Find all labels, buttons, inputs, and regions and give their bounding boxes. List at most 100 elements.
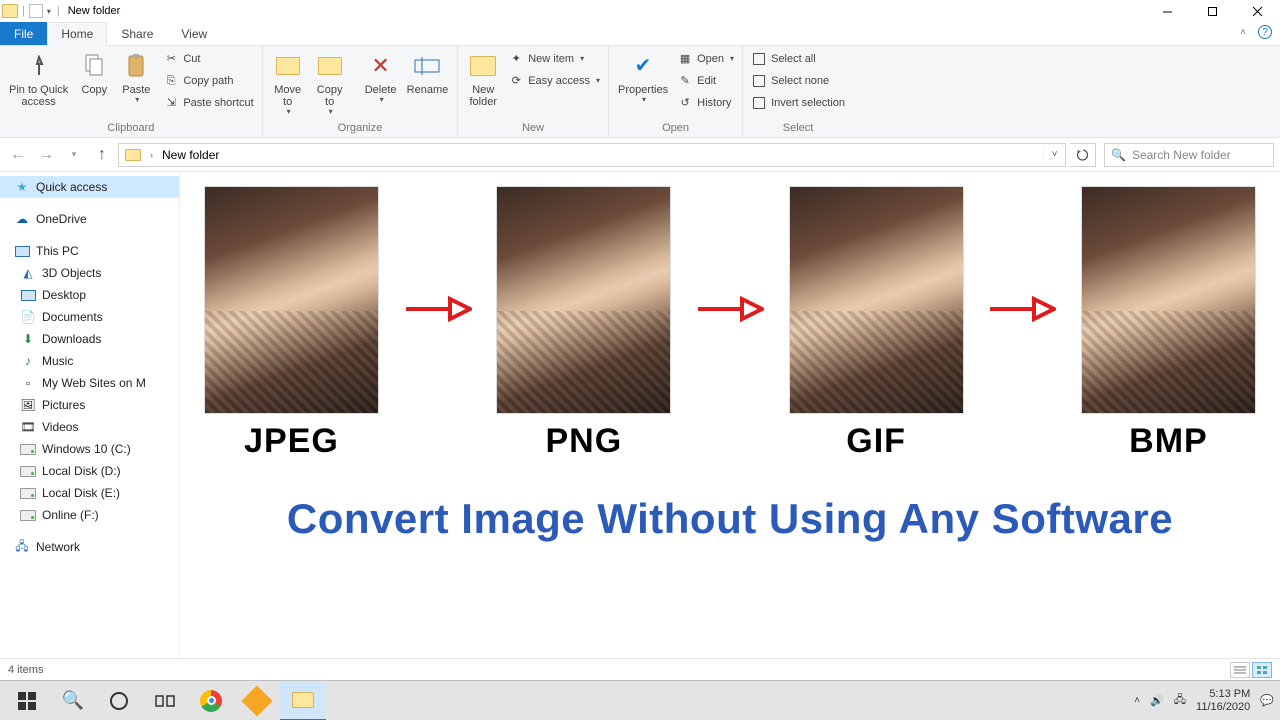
tab-share[interactable]: Share <box>107 22 167 45</box>
move-to-icon <box>272 50 304 82</box>
breadcrumb-current[interactable]: New folder <box>156 144 225 166</box>
history-icon: ↺ <box>677 95 693 111</box>
sidebar-network[interactable]: 🖧Network <box>0 536 179 558</box>
pin-to-quick-access-button[interactable]: Pin to Quick access <box>4 48 73 110</box>
address-dropdown-icon[interactable]: ˅ <box>1043 149 1065 160</box>
sidebar-videos[interactable]: 🎞Videos <box>0 416 179 438</box>
select-none-button[interactable]: Select none <box>747 70 849 92</box>
select-all-button[interactable]: Select all <box>747 48 849 70</box>
sidebar-pictures[interactable]: 🖼Pictures <box>0 394 179 416</box>
taskbar-chrome[interactable] <box>188 681 234 720</box>
new-folder-button[interactable]: New folder <box>462 48 504 110</box>
tray-action-center-icon[interactable]: 💬 <box>1260 694 1274 707</box>
image-item-gif[interactable]: GIF <box>789 186 964 461</box>
banner-text: Convert Image Without Using Any Software <box>204 495 1256 543</box>
drive-icon <box>20 441 36 457</box>
tab-view[interactable]: View <box>167 22 221 45</box>
search-placeholder: Search New folder <box>1132 148 1231 162</box>
sidebar-this-pc[interactable]: This PC <box>0 240 179 262</box>
qat-placeholder-icon <box>29 4 43 18</box>
tray-overflow-icon[interactable]: ˄ <box>1134 695 1140 706</box>
sidebar-drive-d[interactable]: Local Disk (D:) <box>0 460 179 482</box>
arrow-icon <box>403 289 473 329</box>
easy-access-button[interactable]: ⟳Easy access▾ <box>504 70 604 92</box>
search-box[interactable]: 🔍 Search New folder <box>1104 143 1274 167</box>
copy-button[interactable]: Copy <box>73 48 115 98</box>
copy-to-button[interactable]: Copy to▾ <box>309 48 351 119</box>
image-item-bmp[interactable]: BMP <box>1081 186 1256 461</box>
desktop-icon <box>20 287 36 303</box>
group-label: Select <box>747 120 849 137</box>
close-button[interactable] <box>1235 0 1280 22</box>
image-item-png[interactable]: PNG <box>496 186 671 461</box>
up-button[interactable]: ↑ <box>90 143 114 167</box>
taskbar-app[interactable] <box>234 681 280 720</box>
invert-selection-button[interactable]: Invert selection <box>747 92 849 114</box>
sidebar-drive-f[interactable]: Online (F:) <box>0 504 179 526</box>
move-to-button[interactable]: Move to▾ <box>267 48 309 119</box>
taskbar[interactable]: 🔍 ˄ 🔊 🖧 5:13 PM 11/16/2020 💬 <box>0 680 1280 720</box>
image-item-jpeg[interactable]: JPEG <box>204 186 379 461</box>
copy-to-icon <box>314 50 346 82</box>
ribbon-collapse-icon[interactable]: ˄ <box>1240 27 1246 38</box>
sidebar-desktop[interactable]: Desktop <box>0 284 179 306</box>
drive-icon <box>20 485 36 501</box>
drive-icon <box>20 463 36 479</box>
sidebar-drive-c[interactable]: Windows 10 (C:) <box>0 438 179 460</box>
quick-access-icon: ★ <box>14 179 30 195</box>
history-button[interactable]: ↺History <box>673 92 738 114</box>
qat-dropdown-icon[interactable]: ▾ <box>45 7 53 16</box>
minimize-button[interactable] <box>1145 0 1190 22</box>
content-area[interactable]: JPEG PNG GIF BMP Convert Image Without U… <box>180 172 1280 658</box>
select-all-icon <box>751 51 767 67</box>
back-button[interactable]: ← <box>6 143 30 167</box>
task-view-button[interactable] <box>142 681 188 720</box>
sidebar-quick-access[interactable]: ★Quick access <box>0 176 179 198</box>
image-format-label: GIF <box>846 422 906 461</box>
sidebar-3d-objects[interactable]: ◭3D Objects <box>0 262 179 284</box>
navigation-bar: ← → ▾ ↑ › New folder ˅ 🔍 Search New fold… <box>0 138 1280 172</box>
new-item-button[interactable]: ✦New item▾ <box>504 48 604 70</box>
sidebar-music[interactable]: ♪Music <box>0 350 179 372</box>
tab-file[interactable]: File <box>0 22 47 45</box>
music-icon: ♪ <box>20 353 36 369</box>
start-button[interactable] <box>4 681 50 720</box>
sidebar-my-web-sites[interactable]: ▫My Web Sites on M <box>0 372 179 394</box>
delete-button[interactable]: ✕Delete▾ <box>360 48 402 107</box>
taskbar-clock[interactable]: 5:13 PM 11/16/2020 <box>1196 688 1250 713</box>
open-button[interactable]: ▦Open▾ <box>673 48 738 70</box>
copy-path-button[interactable]: ⎘Copy path <box>159 70 257 92</box>
navigation-pane[interactable]: ★Quick access ☁OneDrive This PC ◭3D Obje… <box>0 172 180 658</box>
arrow-icon <box>695 289 765 329</box>
image-thumbnail <box>204 186 379 414</box>
taskbar-file-explorer[interactable] <box>280 681 326 720</box>
tray-volume-icon[interactable]: 🔊 <box>1150 694 1164 707</box>
paste-button[interactable]: Paste▾ <box>115 48 157 107</box>
help-icon[interactable]: ? <box>1258 25 1272 39</box>
delete-icon: ✕ <box>365 50 397 82</box>
forward-button[interactable]: → <box>34 143 58 167</box>
recent-locations-button[interactable]: ▾ <box>62 143 86 167</box>
sidebar-documents[interactable]: 📄Documents <box>0 306 179 328</box>
cortana-button[interactable] <box>96 681 142 720</box>
cut-button[interactable]: ✂Cut <box>159 48 257 70</box>
sidebar-onedrive[interactable]: ☁OneDrive <box>0 208 179 230</box>
tab-home[interactable]: Home <box>47 22 107 46</box>
search-button[interactable]: 🔍 <box>50 681 96 720</box>
group-label: Open <box>613 120 738 137</box>
rename-button[interactable]: Rename <box>402 48 454 98</box>
maximize-button[interactable] <box>1190 0 1235 22</box>
paste-shortcut-button[interactable]: ⇲Paste shortcut <box>159 92 257 114</box>
address-bar[interactable]: › New folder ˅ <box>118 143 1066 167</box>
documents-icon: 📄 <box>20 309 36 325</box>
edit-button[interactable]: ✎Edit <box>673 70 738 92</box>
sidebar-downloads[interactable]: ⬇Downloads <box>0 328 179 350</box>
view-details-button[interactable] <box>1230 662 1250 678</box>
breadcrumb-chevron-icon[interactable]: › <box>147 150 156 160</box>
file-icon: ▫ <box>20 375 36 391</box>
tray-network-icon[interactable]: 🖧 <box>1174 691 1186 710</box>
properties-button[interactable]: ✔Properties▾ <box>613 48 673 107</box>
sidebar-drive-e[interactable]: Local Disk (E:) <box>0 482 179 504</box>
refresh-button[interactable] <box>1070 143 1096 167</box>
view-thumbnails-button[interactable] <box>1252 662 1272 678</box>
